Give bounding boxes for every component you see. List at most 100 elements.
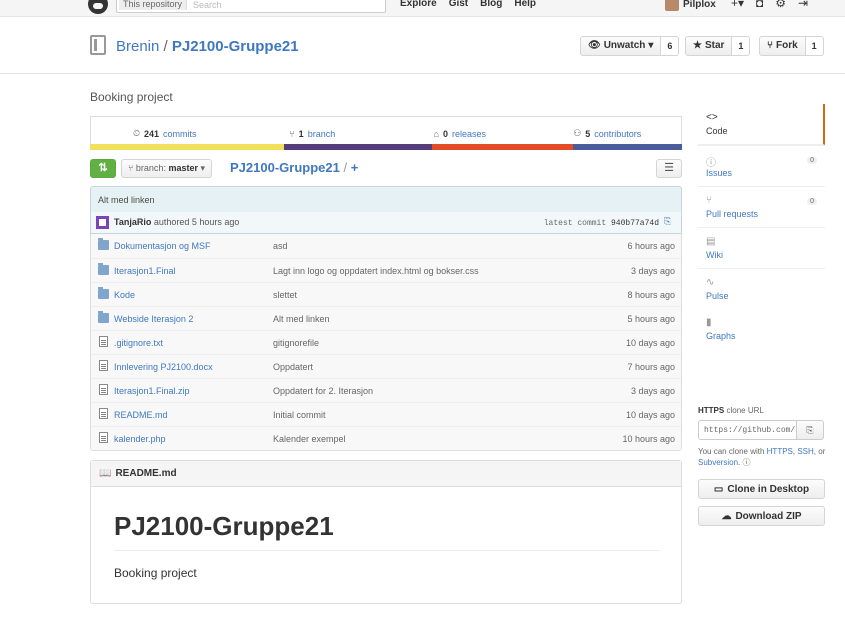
compare-button[interactable]: ⇅ (90, 159, 116, 178)
sidebar-item-pulse[interactable]: ∿ Pulse (698, 269, 825, 309)
folder-icon (98, 263, 109, 275)
search-input[interactable] (193, 0, 373, 11)
file-name-link[interactable]: .gitignore.txt (114, 338, 163, 348)
repo-owner-link[interactable]: Brenin (116, 38, 159, 55)
file-row[interactable]: Iterasjon1.Final Lagt inn logo og oppdate… (91, 258, 681, 282)
cloud-download-icon: ☁ (721, 510, 732, 522)
list-view-button[interactable]: ☰ (656, 159, 682, 178)
branch-icon: ⑂ (289, 128, 295, 139)
sidebar-item-code[interactable]: <> Code (698, 104, 825, 145)
file-name-link[interactable]: Iterasjon1.Final.zip (114, 386, 190, 396)
fork-button[interactable]: ⑂ Fork (759, 36, 806, 56)
compare-icon: ⇅ (98, 162, 108, 174)
star-button[interactable]: ★ Star (685, 36, 733, 56)
file-commit-message[interactable]: Oppdatert (273, 362, 313, 372)
watch-group: 👁 Unwatch ▾ 6 (580, 36, 680, 56)
star-label: Star (704, 40, 725, 51)
download-zip-button[interactable]: ☁ Download ZIP (698, 506, 825, 526)
clone-subversion-link[interactable]: Subversion (698, 458, 738, 467)
sidebar-item-wiki[interactable]: ▤ Wiki (698, 228, 825, 269)
commits-label: commits (163, 128, 197, 139)
file-commit-message[interactable]: asd (273, 241, 288, 251)
sidebar-item-label: Wiki (706, 250, 723, 260)
language-bar[interactable] (90, 144, 682, 150)
file-name-link[interactable]: Kode (114, 290, 135, 300)
notifications-icon[interactable]: ◘ (756, 0, 763, 10)
caret-down-icon: ▾ (648, 40, 654, 51)
branch-select-button[interactable]: ⑂ branch: master ▾ (121, 159, 213, 178)
question-icon[interactable]: ⓘ (742, 458, 750, 467)
commit-author[interactable]: TanjaRio (114, 217, 151, 227)
file-name-link[interactable]: Webside Iterasjon 2 (114, 314, 193, 324)
unwatch-button[interactable]: 👁 Unwatch ▾ (580, 36, 662, 56)
user-menu[interactable]: Pilplox (665, 0, 716, 11)
file-commit-message[interactable]: Kalender exempel (273, 434, 346, 444)
clone-in-desktop-button[interactable]: ▭ Clone in Desktop (698, 479, 825, 499)
github-logo-icon[interactable] (88, 0, 108, 14)
clipboard-icon[interactable]: ⎘ (664, 216, 676, 228)
commit-author-line: TanjaRio authored 5 hours ago (114, 217, 239, 227)
repo-name-link[interactable]: PJ2100-Gruppe21 (172, 38, 299, 55)
nav-gist[interactable]: Gist (449, 0, 468, 9)
file-commit-message[interactable]: Oppdatert for 2. Iterasjon (273, 386, 373, 396)
file-row[interactable]: Iterasjon1.Final.zip Oppdatert for 2. Ite… (91, 378, 681, 402)
author-avatar[interactable] (96, 216, 109, 229)
file-row[interactable]: .gitignore.txt gitignorefile 10 days ago (91, 330, 681, 354)
plus-icon[interactable]: +▾ (731, 0, 744, 10)
file-name-link[interactable]: Dokumentasjon og MSF (114, 241, 211, 251)
star-count[interactable]: 1 (732, 36, 751, 56)
file-row[interactable]: Innlevering PJ2100.docx Oppdatert 7 hours … (91, 354, 681, 378)
watch-count[interactable]: 6 (661, 36, 680, 56)
file-row[interactable]: Webside Iterasjon 2 Alt med linken 5 hours… (91, 306, 681, 330)
file-name-link[interactable]: Iterasjon1.Final (114, 266, 176, 276)
file-row[interactable]: Kode slettet 8 hours ago (91, 282, 681, 306)
file-commit-message[interactable]: slettet (273, 290, 297, 300)
language-segment-3[interactable] (432, 144, 574, 150)
language-segment-4[interactable] (573, 144, 682, 150)
sidebar-item-issues[interactable]: ⓘ Issues 0 (698, 145, 825, 187)
file-name-link[interactable]: README.md (114, 410, 168, 420)
clone-ssh-link[interactable]: SSH (797, 447, 813, 456)
latest-commit-box: Alt med linken (90, 186, 682, 213)
username[interactable]: Pilplox (683, 0, 716, 10)
file-commit-message[interactable]: Alt med linken (273, 314, 330, 324)
branches-count: 1 (298, 128, 304, 139)
branch-name: master (168, 163, 198, 173)
star-group: ★ Star 1 (685, 36, 751, 56)
file-icon (99, 432, 108, 443)
file-commit-message[interactable]: Initial commit (273, 410, 326, 420)
settings-icon[interactable]: ⚙ (775, 0, 786, 10)
nav-explore[interactable]: Explore (400, 0, 437, 9)
clone-https-link[interactable]: HTTPS (767, 447, 793, 456)
desktop-icon: ▭ (713, 483, 724, 495)
clone-url-input[interactable] (698, 420, 797, 440)
avatar[interactable] (665, 0, 679, 11)
clone-protocol[interactable]: HTTPS (698, 406, 724, 415)
file-commit-message[interactable]: Lagt inn logo og oppdatert index.html og… (273, 266, 479, 276)
clipboard-icon: ⎘ (806, 425, 814, 435)
commit-message[interactable]: Alt med linken (98, 195, 155, 205)
sidebar-item-graphs[interactable]: ▮ Graphs (698, 309, 825, 349)
language-segment-2[interactable] (284, 144, 433, 150)
nav-help[interactable]: Help (514, 0, 536, 9)
file-row[interactable]: Dokumentasjon og MSF asd 6 hours ago (91, 234, 681, 258)
sign-out-icon[interactable]: ⇥ (798, 0, 808, 10)
top-nav: Explore Gist Blog Help (400, 0, 536, 9)
search-box[interactable]: This repository (116, 0, 386, 13)
file-name-link[interactable]: kalender.php (114, 434, 166, 444)
file-commit-message[interactable]: gitignorefile (273, 338, 319, 348)
sidebar-item-pull-requests[interactable]: ⑂ Pull requests 0 (698, 187, 825, 228)
clone-copy-button[interactable]: ⎘ (797, 420, 824, 440)
fork-group: ⑂ Fork 1 (759, 36, 824, 56)
folder-icon (98, 287, 109, 299)
commit-sha[interactable]: 940b77a74d (611, 219, 659, 228)
file-name-link[interactable]: Innlevering PJ2100.docx (114, 362, 213, 372)
fork-count[interactable]: 1 (805, 36, 824, 56)
clone-url-label: HTTPS clone URL (698, 406, 764, 415)
breadcrumb-repo-link[interactable]: PJ2100-Gruppe21 (230, 160, 340, 175)
file-row[interactable]: kalender.php Kalender exempel 10 hours ago (91, 426, 681, 450)
file-row[interactable]: README.md Initial commit 10 days ago (91, 402, 681, 426)
new-file-link[interactable]: + (351, 160, 359, 175)
language-segment-1[interactable] (90, 144, 285, 150)
nav-blog[interactable]: Blog (480, 0, 502, 9)
